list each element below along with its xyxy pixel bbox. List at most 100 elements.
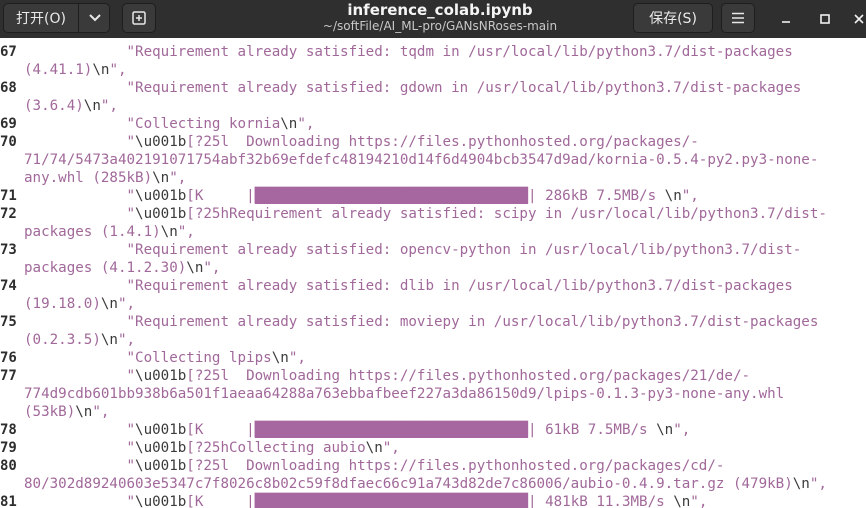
escape-sequence: \u001b	[135, 368, 187, 384]
string-text: "Collecting lpips	[24, 350, 272, 366]
line-text: (19.18.0)\n",	[24, 295, 135, 313]
code-line[interactable]: (4.41.1)\n",	[0, 61, 866, 79]
escape-sequence: \n	[664, 188, 682, 204]
line-number: 71	[0, 188, 17, 204]
document-title: inference_colab.ipynb	[347, 1, 533, 19]
code-line[interactable]: 67 "Requirement already satisfied: tqdm …	[0, 43, 866, 61]
string-text: "	[24, 206, 136, 222]
string-text: "Requirement already satisfied: tqdm in …	[24, 44, 793, 60]
string-text: "	[24, 188, 136, 204]
escape-sequence: \u001b	[135, 134, 187, 150]
hamburger-icon	[732, 12, 744, 24]
menu-button[interactable]	[721, 3, 755, 33]
string-text: (4.41.1)	[24, 62, 93, 78]
line-text: "\u001b[?25l Downloading https://files.p…	[24, 457, 724, 475]
code-line[interactable]: 74 "Requirement already satisfied: dlib …	[0, 277, 866, 295]
code-line[interactable]: 79 "\u001b[?25hCollecting aubio\n",	[0, 439, 866, 457]
line-text: "\u001b[?25l Downloading https://files.p…	[24, 133, 699, 151]
line-text: "Requirement already satisfied: opencv-p…	[24, 241, 801, 259]
escape-sequence: \n	[83, 98, 101, 114]
line-text: 774d9cdb601bb938b6a501f1aeaa64288a763ebb…	[24, 385, 784, 403]
code-line[interactable]: any.whl (285kB)\n",	[0, 169, 866, 187]
code-line[interactable]: 73 "Requirement already satisfied: openc…	[0, 241, 866, 259]
code-line[interactable]: (19.18.0)\n",	[0, 295, 866, 313]
string-text: (19.18.0)	[24, 296, 101, 312]
escape-sequence: \n	[186, 260, 204, 276]
new-document-button[interactable]	[122, 3, 156, 33]
save-button[interactable]: 保存(S)	[633, 3, 713, 33]
code-line[interactable]: 78 "\u001b[K |██████████████████████████…	[0, 421, 866, 439]
string-text: ",	[297, 116, 315, 132]
string-text: | 286kB 7.5MB/s	[527, 188, 665, 204]
string-text: (53kB)	[24, 404, 76, 420]
string-text: [?25l Downloading https://files.pythonho…	[186, 368, 751, 384]
line-text: (3.6.4)\n",	[24, 97, 118, 115]
escape-sequence: \n	[160, 224, 178, 240]
escape-sequence: \n	[100, 332, 118, 348]
escape-sequence: \n	[280, 116, 298, 132]
code-line[interactable]: 69 "Collecting kornia\n",	[0, 115, 866, 133]
line-text: "Requirement already satisfied: tqdm in …	[24, 43, 793, 61]
open-button[interactable]: 打开(O)	[4, 8, 78, 28]
string-text: [?25hRequirement already satisfied: scip…	[186, 206, 827, 222]
escape-sequence: \u001b	[135, 422, 187, 438]
string-text: "	[24, 368, 136, 384]
string-text: (3.6.4)	[24, 98, 84, 114]
escape-sequence: \n	[792, 476, 810, 492]
string-text: ",	[673, 422, 691, 438]
progress-bar-glyphs: ████████████████████████████████	[254, 494, 528, 508]
open-button-group: 打开(O)	[3, 3, 110, 33]
open-dropdown-button[interactable]	[79, 4, 110, 32]
string-text: [K |	[186, 188, 255, 204]
escape-sequence: \n	[673, 494, 691, 508]
code-line[interactable]: 80 "\u001b[?25l Downloading https://file…	[0, 457, 866, 475]
code-line[interactable]: (0.2.3.5)\n",	[0, 331, 866, 349]
string-text: "Requirement already satisfied: gdown in…	[24, 80, 802, 96]
code-line[interactable]: 68 "Requirement already satisfied: gdown…	[0, 79, 866, 97]
code-line[interactable]: 70 "\u001b[?25l Downloading https://file…	[0, 133, 866, 151]
line-number: 67	[0, 44, 17, 60]
string-text: "Requirement already satisfied: opencv-p…	[24, 242, 802, 258]
line-text: "\u001b[?25l Downloading https://files.p…	[24, 367, 750, 385]
code-line[interactable]: 77 "\u001b[?25l Downloading https://file…	[0, 367, 866, 385]
escape-sequence: \u001b	[135, 188, 187, 204]
escape-sequence: \u001b	[135, 458, 187, 474]
code-line[interactable]: 71/74/5473a402191071754abf32b69efdefc481…	[0, 151, 866, 169]
line-text: "\u001b[K |█████████████████████████████…	[24, 421, 690, 439]
line-number: 79	[0, 440, 17, 456]
code-line[interactable]: packages (4.1.2.30)\n",	[0, 259, 866, 277]
code-line[interactable]: 80/302d89240603e5347c7f8026c8b02c59f8dfa…	[0, 475, 866, 493]
escape-sequence: \n	[92, 62, 110, 78]
line-text: "Collecting kornia\n",	[24, 115, 314, 133]
code-line[interactable]: 81 "\u001b[K |██████████████████████████…	[0, 493, 866, 508]
escape-sequence: \n	[365, 440, 383, 456]
code-line[interactable]: 71 "\u001b[K |██████████████████████████…	[0, 187, 866, 205]
line-text: packages (1.4.1)\n",	[24, 223, 195, 241]
string-text: [?25l Downloading https://files.pythonho…	[186, 134, 699, 150]
code-line[interactable]: 72 "\u001b[?25hRequirement already satis…	[0, 205, 866, 223]
string-text: "	[24, 458, 136, 474]
line-number: 74	[0, 278, 17, 294]
code-line[interactable]: 774d9cdb601bb938b6a501f1aeaa64288a763ebb…	[0, 385, 866, 403]
code-line[interactable]: packages (1.4.1)\n",	[0, 223, 866, 241]
string-text: ",	[117, 332, 136, 348]
string-text: ",	[288, 350, 306, 366]
text-editor-area[interactable]: 67 "Requirement already satisfied: tqdm …	[0, 38, 866, 508]
document-path: ~/softFile/AI_ML-pro/GANsNRoses-main	[322, 19, 558, 33]
string-text: | 61kB 7.5MB/s	[527, 422, 657, 438]
string-text: ",	[203, 260, 221, 276]
code-line[interactable]: 76 "Collecting lpips\n",	[0, 349, 866, 367]
code-line[interactable]: (3.6.4)\n",	[0, 97, 866, 115]
line-text: 80/302d89240603e5347c7f8026c8b02c59f8dfa…	[24, 475, 827, 493]
maximize-button[interactable]	[814, 8, 836, 30]
code-line[interactable]: 75 "Requirement already satisfied: movie…	[0, 313, 866, 331]
window-title: inference_colab.ipynb ~/softFile/AI_ML-p…	[200, 1, 680, 34]
string-text: ",	[809, 476, 827, 492]
escape-sequence: \n	[100, 296, 118, 312]
string-text: ",	[382, 440, 400, 456]
minimize-button[interactable]	[775, 8, 797, 30]
line-number: 72	[0, 206, 17, 222]
progress-bar-glyphs: ████████████████████████████████	[254, 188, 528, 204]
code-line[interactable]: (53kB)\n",	[0, 403, 866, 421]
close-button[interactable]	[848, 8, 866, 30]
